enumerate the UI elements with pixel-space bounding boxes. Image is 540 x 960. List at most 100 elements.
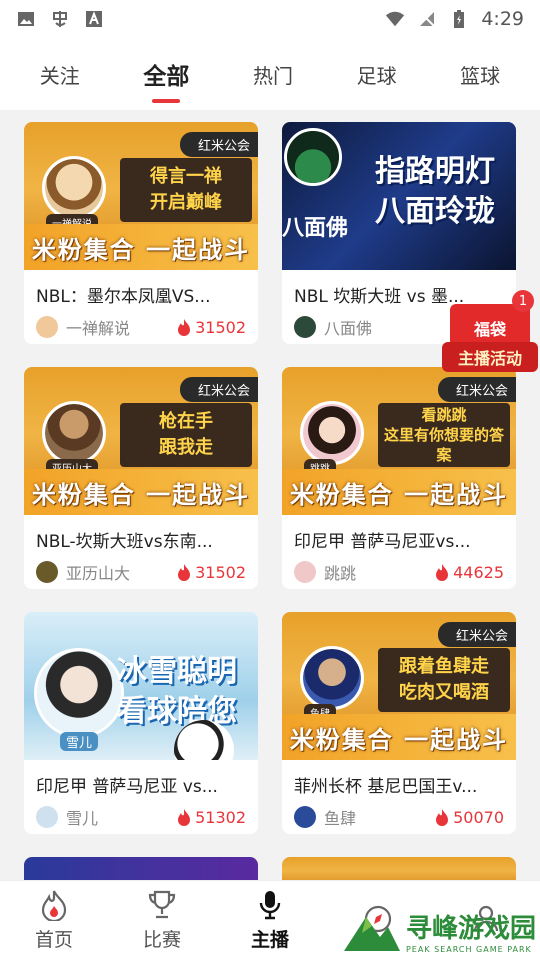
host-avatar — [42, 401, 106, 465]
heat-value: 50070 — [453, 807, 504, 827]
flame-icon — [178, 809, 191, 826]
clock: 4:29 — [481, 8, 524, 30]
promo-banner: 米粉集合 一起战斗 — [282, 714, 516, 760]
promo-banner: 米粉集合 一起战斗 — [24, 469, 258, 515]
host-avatar — [284, 128, 342, 186]
stream-card[interactable]: 红米公会 鱼肆 跟着鱼肆走 吃肉又喝酒 米粉集合 一起战斗 菲州长杯 基尼巴国王… — [282, 612, 516, 834]
host-label: 八面佛 — [282, 216, 349, 241]
slogan: 跟着鱼肆走 吃肉又喝酒 — [378, 648, 510, 712]
stream-card[interactable]: 红米公会 亚历山大 枪在手 跟我走 米粉集合 一起战斗 NBL-坎斯大班vs东南… — [24, 367, 258, 589]
stream-thumbnail: 红米公会 亚历山大 枪在手 跟我走 米粉集合 一起战斗 — [24, 367, 258, 515]
heat-count: 31502 — [177, 563, 246, 582]
avatar — [294, 561, 316, 583]
slogan-line: 指路明灯 — [375, 154, 495, 189]
host-name: 一禅解说 — [66, 319, 131, 338]
heat-count: 31502 — [177, 318, 246, 337]
stream-thumbnail: 红米公会 一禅解说 得言一禅 开启巅峰 米粉集合 一起战斗 — [24, 122, 258, 270]
slogan-line: 跟我走 — [159, 437, 213, 458]
nav-home[interactable]: 首页 — [9, 889, 99, 952]
stream-title: NBL：墨尔本凤凰VS... — [36, 287, 211, 307]
heat-count: 51302 — [177, 808, 246, 827]
avatar — [36, 806, 58, 828]
host-label: 雪儿 — [60, 732, 99, 751]
flame-icon — [436, 809, 449, 826]
stream-thumbnail: 红米公会 鱼肆 跟着鱼肆走 吃肉又喝酒 米粉集合 一起战斗 — [282, 612, 516, 760]
status-bar: 4:29 — [0, 0, 540, 38]
nav-label: 首页 — [34, 929, 73, 951]
stream-card[interactable] — [282, 857, 516, 880]
host-name: 鱼肆 — [324, 809, 357, 828]
host-name: 雪儿 — [66, 809, 99, 828]
stream-title: 印尼甲 普萨马尼亚vs... — [294, 532, 471, 552]
tab-all[interactable]: 全部 — [133, 57, 199, 91]
stream-card[interactable]: 雪儿 冰雪聪明 看球陪您 印尼甲 普萨马尼亚 vs... 雪儿 51302 — [24, 612, 258, 834]
stream-thumbnail: 雪儿 冰雪聪明 看球陪您 — [24, 612, 258, 760]
stream-card[interactable]: 红米公会 一禅解说 得言一禅 开启巅峰 米粉集合 一起战斗 NBL：墨尔本凤凰V… — [24, 122, 258, 344]
heat-count: 50070 — [435, 808, 504, 827]
slogan: 冰雪聪明 看球陪您 — [102, 652, 252, 732]
no-signal-icon — [417, 9, 437, 29]
slogan-line: 吃肉又喝酒 — [399, 682, 489, 703]
nav-anchor[interactable]: 主播 — [225, 889, 315, 952]
tab-hot[interactable]: 热门 — [243, 60, 303, 89]
microphone-icon — [259, 891, 281, 920]
avatar — [294, 806, 316, 828]
heat-value: 31502 — [195, 317, 246, 337]
stream-thumbnail: 红米公会 跳跳 看跳跳 这里有你想要的答案 米粉集合 一起战斗 — [282, 367, 516, 515]
watermark: 寻峰游戏园 PEAK SEARCH GAME PARK — [343, 908, 536, 954]
lucky-bag-promo[interactable]: 福袋 主播活动 1 — [442, 290, 540, 382]
heat-value: 44625 — [453, 562, 504, 582]
avatar — [294, 316, 316, 338]
host-name: 八面佛 — [324, 319, 373, 338]
watermark-text: 寻峰游戏园 — [405, 914, 536, 944]
avatar — [36, 561, 58, 583]
flame-icon — [178, 564, 191, 581]
mountain-logo-icon — [343, 917, 400, 951]
stream-title: 菲州长杯 基尼巴国王v... — [294, 777, 478, 797]
wifi-icon — [385, 9, 405, 29]
host-name: 跳跳 — [324, 564, 357, 583]
stream-grid: 红米公会 一禅解说 得言一禅 开启巅峰 米粉集合 一起战斗 NBL：墨尔本凤凰V… — [0, 110, 540, 880]
slogan-line: 八面玲珑 — [375, 194, 495, 229]
flame-icon — [41, 890, 67, 921]
nav-label: 比赛 — [142, 929, 181, 951]
battery-charging-icon — [449, 9, 469, 29]
stream-thumbnail: 指路明灯 八面玲珑 八面佛 — [282, 122, 516, 270]
tab-basketball[interactable]: 篮球 — [450, 60, 510, 89]
slogan: 得言一禅 开启巅峰 — [120, 158, 252, 222]
slogan-line: 枪在手 — [159, 411, 213, 432]
slogan-line: 冰雪聪明 — [117, 654, 237, 689]
gallery-icon — [16, 9, 36, 29]
slogan-line: 看跳跳 — [421, 406, 467, 424]
tab-football[interactable]: 足球 — [347, 60, 407, 89]
font-icon — [84, 9, 104, 29]
stream-title: 印尼甲 普萨马尼亚 vs... — [36, 777, 218, 797]
slogan-line: 看球陪您 — [117, 694, 237, 729]
stream-thumbnail — [24, 857, 258, 880]
stream-meta: 跳跳 44625 — [282, 552, 516, 584]
tab-follow[interactable]: 关注 — [30, 60, 90, 89]
stream-meta: 亚历山大 31502 — [24, 552, 258, 584]
slogan: 枪在手 跟我走 — [120, 403, 252, 467]
slogan-line: 得言一禅 — [150, 166, 222, 187]
host-avatar — [300, 401, 364, 465]
stream-card[interactable]: 红米公会 跳跳 看跳跳 这里有你想要的答案 米粉集合 一起战斗 印尼甲 普萨马尼… — [282, 367, 516, 589]
slogan-line: 开启巅峰 — [150, 192, 222, 213]
trophy-icon — [148, 890, 176, 919]
stream-meta: 一禅解说 31502 — [24, 307, 258, 339]
guild-tag: 红米公会 — [179, 377, 258, 402]
guild-tag: 红米公会 — [179, 132, 258, 157]
stream-card[interactable] — [24, 857, 258, 880]
heat-count: 44625 — [435, 563, 504, 582]
nav-matches[interactable]: 比赛 — [117, 889, 207, 952]
stream-title: NBL-坎斯大班vs东南... — [36, 532, 213, 552]
promo-badge: 1 — [512, 290, 534, 312]
heat-value: 51302 — [195, 807, 246, 827]
slogan: 指路明灯 八面玲珑 — [360, 152, 510, 232]
promo-label: 主播活动 — [442, 342, 538, 372]
flame-icon — [436, 564, 449, 581]
avatar — [36, 316, 58, 338]
category-tabs: 关注 全部 热门 足球 篮球 — [0, 38, 540, 110]
promo-banner: 米粉集合 一起战斗 — [282, 469, 516, 515]
host-avatar — [300, 646, 364, 710]
